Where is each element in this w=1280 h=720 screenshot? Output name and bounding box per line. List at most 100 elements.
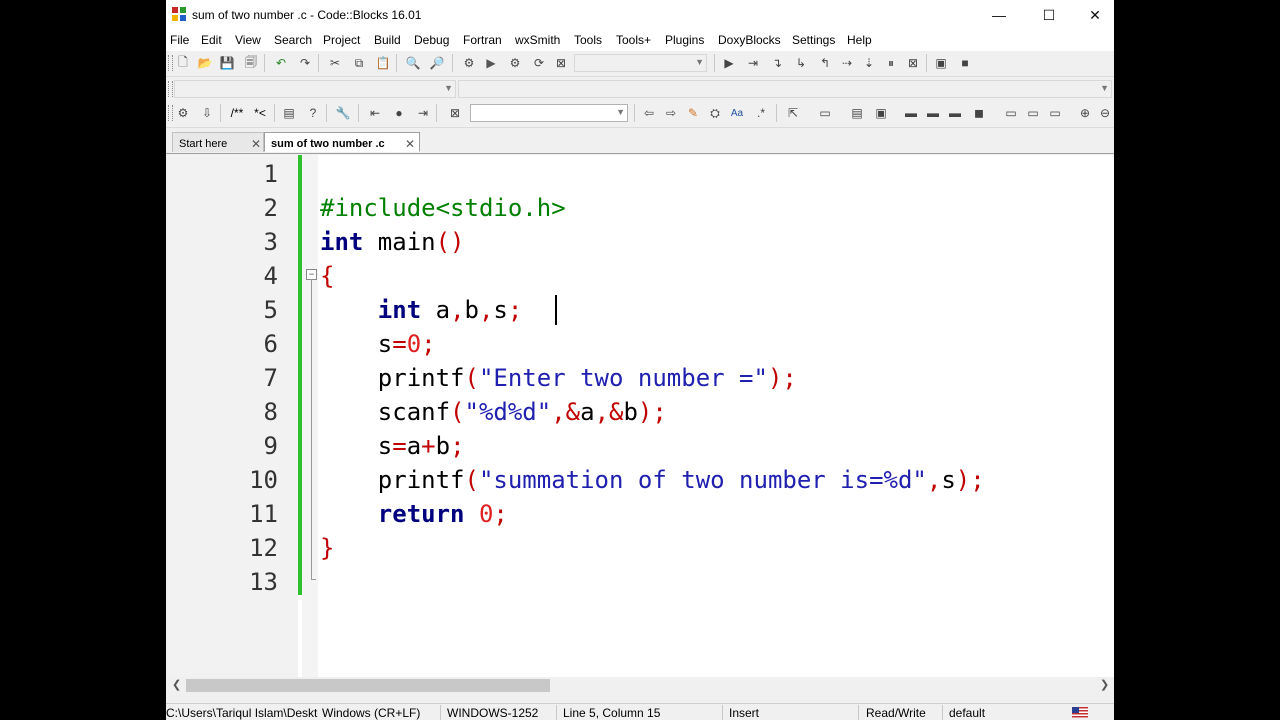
next-instruction-icon[interactable]: ⇢	[838, 54, 856, 72]
jump-back-icon[interactable]: ⇤	[366, 104, 384, 122]
open-chm-icon[interactable]: ?	[304, 104, 322, 122]
cut-icon[interactable]: ✂	[326, 54, 344, 72]
replace-icon[interactable]: 🔎	[428, 54, 446, 72]
close-icon[interactable]: ✕	[405, 137, 415, 151]
build-and-run-icon[interactable]: ⚙	[506, 54, 524, 72]
scroll-left-icon[interactable]: ❮	[172, 678, 181, 691]
menu-wxsmith[interactable]: wxSmith	[515, 33, 560, 47]
stop-debug-icon[interactable]: ⊠	[904, 54, 922, 72]
match-case-icon[interactable]: Aa	[728, 104, 746, 122]
panel-icon[interactable]: ▤	[848, 104, 866, 122]
extract-docs-icon[interactable]: ⇩	[198, 104, 216, 122]
box-sizer-icon[interactable]: ▬	[902, 104, 920, 122]
code-line[interactable]: int main()	[320, 225, 465, 259]
close-button[interactable]: ✕	[1072, 0, 1114, 30]
menu-view[interactable]: View	[235, 33, 261, 47]
debug-windows-icon[interactable]: ▣	[932, 54, 950, 72]
debug-start-icon[interactable]: ▶	[720, 54, 738, 72]
menu-project[interactable]: Project	[323, 33, 360, 47]
wrench-icon[interactable]: 🔧	[334, 104, 352, 122]
save-all-icon[interactable]: 🗐	[242, 54, 260, 72]
bookmark-icon[interactable]: ●	[390, 104, 408, 122]
pause-icon[interactable]: ⏸	[882, 54, 900, 72]
code-line[interactable]: s=a+b;	[320, 429, 465, 463]
toolbar-grip[interactable]	[168, 81, 173, 97]
code-line[interactable]: return 0;	[320, 497, 508, 531]
static-box-icon[interactable]: ◼	[970, 104, 988, 122]
save-icon[interactable]: 💾	[218, 54, 236, 72]
code-line[interactable]: printf("summation of two number is=%d",s…	[320, 463, 985, 497]
close-icon[interactable]: ✕	[251, 137, 261, 151]
code-line[interactable]: int a,b,s;	[320, 293, 523, 327]
doxywizard-icon[interactable]: ⚙	[174, 104, 192, 122]
minimize-button[interactable]: —	[976, 0, 1022, 30]
code-editor[interactable]: 1 2 3 4 5 6 7 8 9 10 11 12 13 − #include<stdio.h> int…	[168, 155, 1114, 677]
code-line[interactable]: }	[320, 531, 334, 565]
frame-icon[interactable]: ▭	[816, 104, 834, 122]
build-target-select[interactable]: ▼	[574, 54, 707, 72]
grid-sizer-icon[interactable]: ▬	[924, 104, 942, 122]
menu-help[interactable]: Help	[847, 33, 872, 47]
redo-icon[interactable]: ↷	[296, 54, 314, 72]
menu-plugins[interactable]: Plugins	[665, 33, 704, 47]
open-folder-icon[interactable]: 📂	[196, 54, 214, 72]
step-out-icon[interactable]: ↰	[816, 54, 834, 72]
zoom-in-icon[interactable]: ⊕	[1076, 104, 1094, 122]
button-widget-icon[interactable]: ▭	[1002, 104, 1020, 122]
code-line[interactable]: printf("Enter two number =");	[320, 361, 797, 395]
rebuild-icon[interactable]: ⟳	[530, 54, 548, 72]
menu-search[interactable]: Search	[274, 33, 312, 47]
code-line[interactable]: scanf("%d%d",&a,&b);	[320, 395, 667, 429]
next-line-icon[interactable]: ↴	[768, 54, 786, 72]
run-to-cursor-icon[interactable]: ⇥	[744, 54, 762, 72]
incremental-search-input[interactable]: ▼	[470, 104, 628, 122]
dialog-icon[interactable]: ▣	[872, 104, 890, 122]
menu-edit[interactable]: Edit	[201, 33, 222, 47]
clear-search-icon[interactable]: ⊠	[446, 104, 464, 122]
check-widget-icon[interactable]: ▭	[1046, 104, 1064, 122]
scope-select[interactable]: ▼	[174, 80, 456, 98]
code-line[interactable]: s=0;	[320, 327, 436, 361]
abort-icon[interactable]: ⊠	[552, 54, 570, 72]
run-html-icon[interactable]: ▤	[280, 104, 298, 122]
step-instruction-icon[interactable]: ⇣	[860, 54, 878, 72]
selection-only-icon[interactable]: ⛭	[706, 104, 724, 122]
paste-icon[interactable]: 📋	[374, 54, 392, 72]
pointer-icon[interactable]: ⇱	[784, 104, 802, 122]
function-select[interactable]: ▼	[458, 80, 1112, 98]
step-into-icon[interactable]: ↳	[792, 54, 810, 72]
toolbar-grip[interactable]	[168, 55, 173, 71]
build-gear-icon[interactable]: ⚙	[460, 54, 478, 72]
menu-tools-plus[interactable]: Tools+	[616, 33, 651, 47]
maximize-button[interactable]: ☐	[1026, 0, 1072, 30]
find-next-icon[interactable]: ⇨	[662, 104, 680, 122]
horizontal-scrollbar[interactable]: ❮ ❯	[168, 677, 1114, 694]
run-icon[interactable]: ▶	[482, 54, 500, 72]
zoom-out-icon[interactable]: ⊖	[1096, 104, 1114, 122]
menu-file[interactable]: File	[170, 33, 189, 47]
scroll-right-icon[interactable]: ❯	[1100, 678, 1109, 691]
new-file-icon[interactable]: 🗋	[174, 54, 192, 72]
menu-debug[interactable]: Debug	[414, 33, 449, 47]
tab-start-here[interactable]: Start here ✕	[172, 132, 264, 152]
jump-forward-icon[interactable]: ⇥	[414, 104, 432, 122]
copy-icon[interactable]: ⧉	[350, 54, 368, 72]
code-line[interactable]: #include<stdio.h>	[320, 191, 566, 225]
menu-settings[interactable]: Settings	[792, 33, 835, 47]
menu-tools[interactable]: Tools	[574, 33, 602, 47]
regex-icon[interactable]: .*	[752, 104, 770, 122]
menu-build[interactable]: Build	[374, 33, 401, 47]
flex-sizer-icon[interactable]: ▬	[946, 104, 964, 122]
menu-fortran[interactable]: Fortran	[463, 33, 502, 47]
undo-icon[interactable]: ↶	[272, 54, 290, 72]
menu-doxyblocks[interactable]: DoxyBlocks	[718, 33, 781, 47]
find-icon[interactable]: 🔍	[404, 54, 422, 72]
find-previous-icon[interactable]: ⇦	[640, 104, 658, 122]
debug-info-icon[interactable]: ■	[956, 54, 974, 72]
text-widget-icon[interactable]: ▭	[1024, 104, 1042, 122]
tab-sum-of-two-number[interactable]: sum of two number .c ✕	[264, 132, 420, 152]
toolbar-grip[interactable]	[168, 105, 173, 121]
scrollbar-thumb[interactable]	[186, 679, 550, 692]
highlight-icon[interactable]: ✎	[684, 104, 702, 122]
line-comment-button[interactable]: *<	[250, 104, 270, 122]
